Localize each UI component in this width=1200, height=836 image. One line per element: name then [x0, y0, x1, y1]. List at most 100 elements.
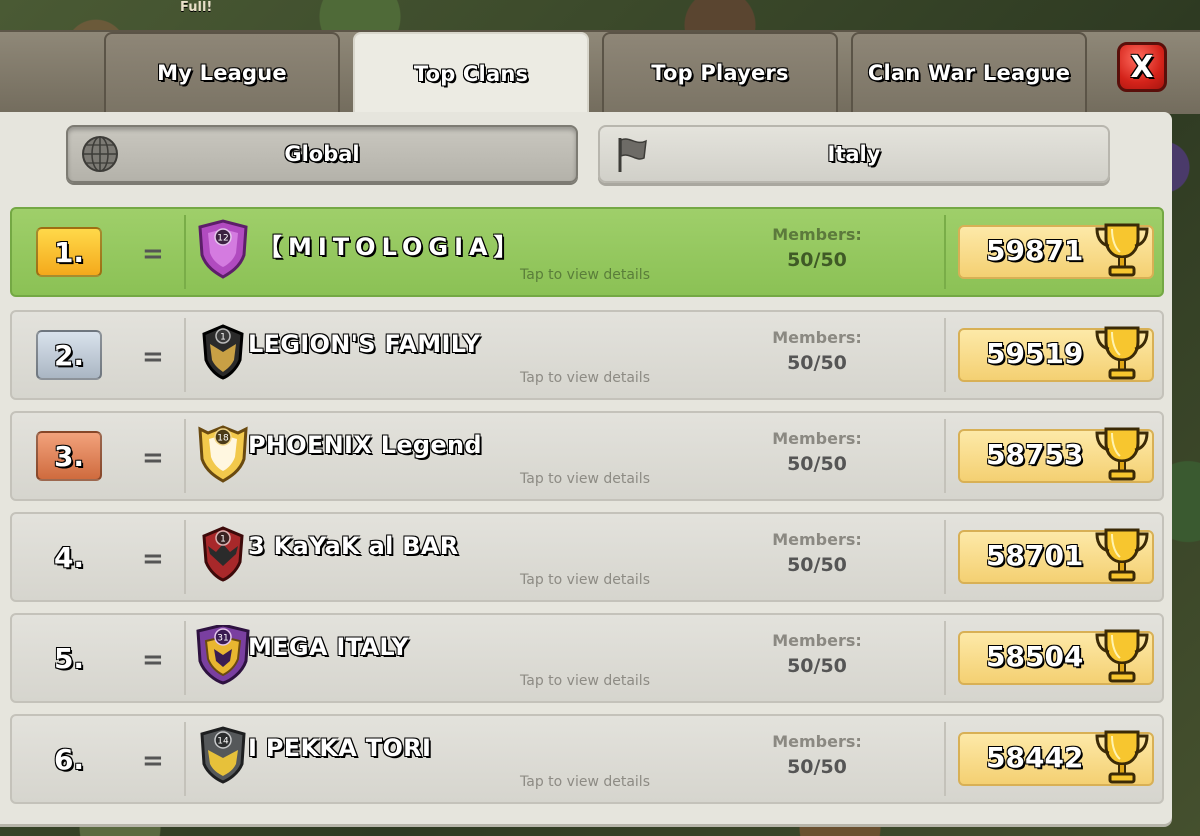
country-label: Italy [827, 142, 881, 166]
trophy-icon [1095, 326, 1149, 380]
rank-badge: 1. [36, 227, 102, 277]
rank-change-indicator: = [142, 544, 164, 574]
clan-row[interactable]: 5. = 31 MEGA ITALY Tap to view details M… [10, 613, 1164, 703]
members-count: 50/50 [787, 249, 847, 271]
clan-row[interactable]: 3. = 18 PHOENIX Legend Tap to view detai… [10, 411, 1164, 501]
country-button[interactable]: Italy [598, 125, 1110, 183]
clan-badge-icon: 18 [198, 425, 248, 483]
trophy-icon [1095, 528, 1149, 582]
divider [944, 215, 946, 289]
rank-change-indicator: = [142, 239, 164, 269]
rank-change-indicator: = [142, 443, 164, 473]
members-count: 50/50 [787, 756, 847, 778]
clan-name: I PEKKA TORI [248, 734, 432, 762]
clan-level: 14 [217, 737, 229, 747]
tab-top-clans[interactable]: Top Clans [353, 32, 589, 114]
background-label: Full! [180, 0, 213, 15]
trophy-box: 58753 [958, 427, 1154, 483]
trophy-count: 58701 [986, 539, 1084, 572]
divider [944, 722, 946, 796]
trophy-box: 59519 [958, 326, 1154, 382]
tap-hint: Tap to view details [520, 471, 650, 487]
tap-hint: Tap to view details [520, 267, 650, 283]
tab-label: My League [157, 61, 287, 85]
tap-hint: Tap to view details [520, 673, 650, 689]
divider [184, 419, 186, 493]
rank-badge: 6. [36, 734, 102, 784]
trophy-icon [1095, 629, 1149, 683]
flag-icon [618, 138, 647, 172]
divider [944, 621, 946, 695]
trophy-box: 58701 [958, 528, 1154, 584]
members-count: 50/50 [787, 352, 847, 374]
trophy-icon [1095, 730, 1149, 784]
divider [184, 520, 186, 594]
rank-change-indicator: = [142, 645, 164, 675]
rank-badge: 4. [36, 532, 102, 582]
rank-badge: 5. [36, 633, 102, 683]
rank-number: 2. [53, 338, 85, 372]
rank-number: 1. [53, 235, 85, 269]
divider [944, 318, 946, 392]
tab-clan-war-league[interactable]: Clan War League [851, 32, 1087, 112]
members-label: Members: [772, 225, 862, 244]
trophy-count: 58442 [986, 741, 1084, 774]
clan-level: 1 [220, 333, 226, 343]
clan-level: 1 [220, 535, 226, 545]
clan-level: 12 [217, 234, 228, 244]
divider [184, 621, 186, 695]
tap-hint: Tap to view details [520, 572, 650, 588]
clan-badge-icon: 1 [202, 324, 244, 380]
members-count: 50/50 [787, 554, 847, 576]
clan-row[interactable]: 2. = 1 LEGION'S FAMILY Tap to view detai… [10, 310, 1164, 400]
tap-hint: Tap to view details [520, 370, 650, 386]
trophy-box: 59871 [958, 223, 1154, 279]
tab-top-players[interactable]: Top Players [602, 32, 838, 112]
members-label: Members: [772, 530, 862, 549]
trophy-icon [1095, 427, 1149, 481]
globe-icon [82, 136, 118, 172]
clan-badge-icon: 31 [196, 625, 250, 685]
clan-name: MEGA ITALY [248, 633, 409, 661]
rank-change-indicator: = [142, 342, 164, 372]
tab-my-league[interactable]: My League [104, 32, 340, 112]
trophy-count: 59871 [986, 234, 1084, 267]
divider [184, 318, 186, 392]
members-label: Members: [772, 732, 862, 751]
rank-number: 6. [53, 742, 85, 776]
trophy-icon [1095, 223, 1149, 277]
members-label: Members: [772, 631, 862, 650]
tap-hint: Tap to view details [520, 774, 650, 790]
clan-badge-icon: 12 [198, 219, 248, 279]
members-label: Members: [772, 429, 862, 448]
members-label: Members: [772, 328, 862, 347]
divider [184, 722, 186, 796]
rank-badge: 2. [36, 330, 102, 380]
clan-name: 3 KaYaK al BAR [248, 532, 459, 560]
trophy-box: 58504 [958, 629, 1154, 685]
global-label: Global [284, 142, 360, 166]
rank-badge: 3. [36, 431, 102, 481]
clan-name: LEGION'S FAMILY [248, 330, 481, 358]
clan-badge-icon: 1 [202, 526, 244, 582]
rank-number: 5. [53, 641, 85, 675]
clan-level: 31 [217, 634, 228, 644]
close-icon: X [1130, 49, 1154, 85]
divider [944, 520, 946, 594]
clan-level: 18 [217, 434, 229, 444]
clan-name: 【MITOLOGIA】 [258, 233, 524, 261]
members-count: 50/50 [787, 655, 847, 677]
trophy-box: 58442 [958, 730, 1154, 786]
tab-label: Top Clans [413, 62, 529, 86]
clan-row[interactable]: 4. = 1 3 KaYaK al BAR Tap to view detail… [10, 512, 1164, 602]
clan-row[interactable]: 1. = 12 【MITOLOGIA】 Tap to view details … [10, 207, 1164, 297]
clan-badge-icon: 14 [200, 726, 246, 784]
divider [184, 215, 186, 289]
global-button[interactable]: Global [66, 125, 578, 183]
trophy-count: 58753 [986, 438, 1084, 471]
close-button[interactable]: X [1117, 42, 1167, 92]
clan-row[interactable]: 6. = 14 I PEKKA TORI Tap to view details… [10, 714, 1164, 804]
divider [944, 419, 946, 493]
trophy-count: 58504 [986, 640, 1084, 673]
tab-label: Top Players [651, 61, 789, 85]
